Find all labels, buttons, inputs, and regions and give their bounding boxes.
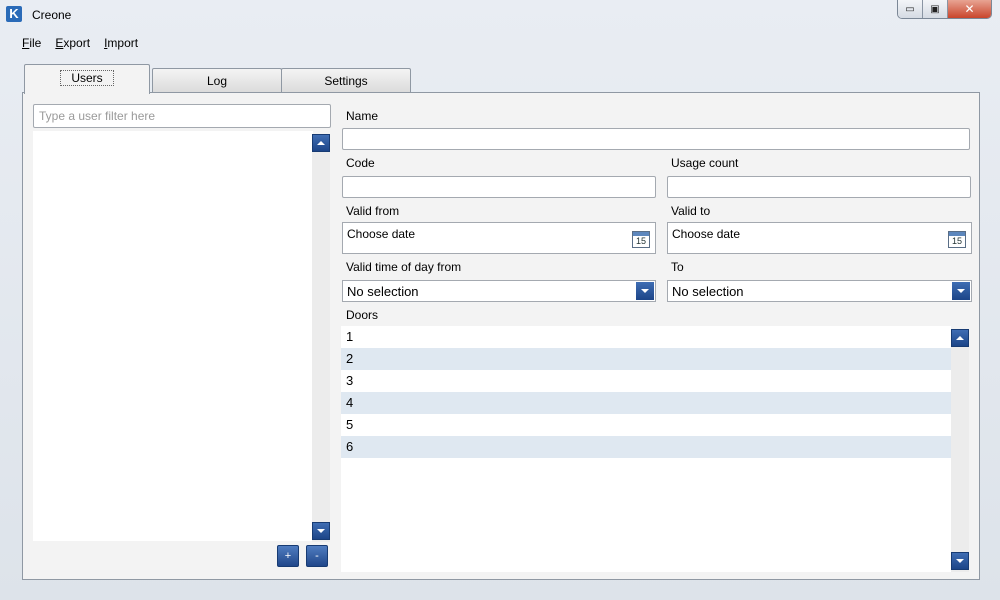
doors-label: Doors xyxy=(346,308,379,322)
valid-from-date-picker[interactable]: Choose date 15 xyxy=(342,222,656,254)
name-input[interactable] xyxy=(342,128,970,150)
menu-file[interactable]: File xyxy=(22,36,41,50)
add-user-button[interactable]: + xyxy=(277,545,299,567)
user-filter-input[interactable] xyxy=(33,104,331,128)
user-list[interactable] xyxy=(33,131,313,541)
dropdown-button[interactable] xyxy=(636,282,654,300)
time-to-select[interactable]: No selection xyxy=(667,280,972,302)
time-to-value: No selection xyxy=(672,284,744,299)
code-label: Code xyxy=(346,156,375,170)
valid-to-date-picker[interactable]: Choose date 15 xyxy=(667,222,972,254)
valid-from-value: Choose date xyxy=(347,227,416,241)
door-item[interactable]: 3 xyxy=(341,370,951,392)
door-item[interactable]: 6 xyxy=(341,436,951,458)
door-item[interactable]: 2 xyxy=(341,348,951,370)
arrow-down-icon xyxy=(317,529,325,533)
code-input[interactable] xyxy=(342,176,656,198)
door-item[interactable]: 4 xyxy=(341,392,951,414)
usage-count-label: Usage count xyxy=(671,156,739,170)
tab-log[interactable]: Log xyxy=(152,68,282,94)
name-label: Name xyxy=(346,109,379,123)
door-item[interactable]: 1 xyxy=(341,326,951,348)
doors-scroll-down-button[interactable] xyxy=(951,552,969,570)
valid-from-label: Valid from xyxy=(346,204,400,218)
user-list-scroll-up-button[interactable] xyxy=(312,134,330,152)
time-from-select[interactable]: No selection xyxy=(342,280,656,302)
chevron-down-icon xyxy=(641,289,649,293)
tab-settings[interactable]: Settings xyxy=(281,68,411,94)
window-controls: ▭ ▣ ✕ xyxy=(897,0,992,19)
user-list-scroll-down-button[interactable] xyxy=(312,522,330,540)
users-panel: + - Name Code Usage count Valid from Cho… xyxy=(22,92,980,580)
doors-scroll-up-button[interactable] xyxy=(951,329,969,347)
maximize-button[interactable]: ▣ xyxy=(923,0,948,18)
arrow-up-icon xyxy=(317,141,325,145)
valid-to-label: Valid to xyxy=(671,204,711,218)
title-bar: K Creone ▭ ▣ ✕ xyxy=(0,0,1000,30)
remove-user-button[interactable]: - xyxy=(306,545,328,567)
arrow-up-icon xyxy=(956,336,964,340)
minimize-button[interactable]: ▭ xyxy=(898,0,923,18)
doors-list: 1 2 3 4 5 6 xyxy=(341,326,951,572)
arrow-down-icon xyxy=(956,559,964,563)
time-from-value: No selection xyxy=(347,284,419,299)
window-title: Creone xyxy=(32,8,72,22)
calendar-icon[interactable]: 15 xyxy=(632,231,650,248)
doors-scrollbar[interactable] xyxy=(951,329,969,572)
calendar-icon[interactable]: 15 xyxy=(948,231,966,248)
menu-bar: File Export Import xyxy=(22,36,138,50)
app-logo-icon: K xyxy=(6,6,22,22)
usage-count-input[interactable] xyxy=(667,176,971,198)
menu-import[interactable]: Import xyxy=(104,36,138,50)
user-list-scrollbar[interactable] xyxy=(312,134,330,542)
time-to-label: To xyxy=(671,260,684,274)
time-from-label: Valid time of day from xyxy=(346,260,462,274)
chevron-down-icon xyxy=(957,289,965,293)
dropdown-button[interactable] xyxy=(952,282,970,300)
close-button[interactable]: ✕ xyxy=(948,0,991,18)
menu-export[interactable]: Export xyxy=(55,36,90,50)
tab-users[interactable]: Users xyxy=(24,64,150,94)
door-item[interactable]: 5 xyxy=(341,414,951,436)
valid-to-value: Choose date xyxy=(672,227,741,241)
